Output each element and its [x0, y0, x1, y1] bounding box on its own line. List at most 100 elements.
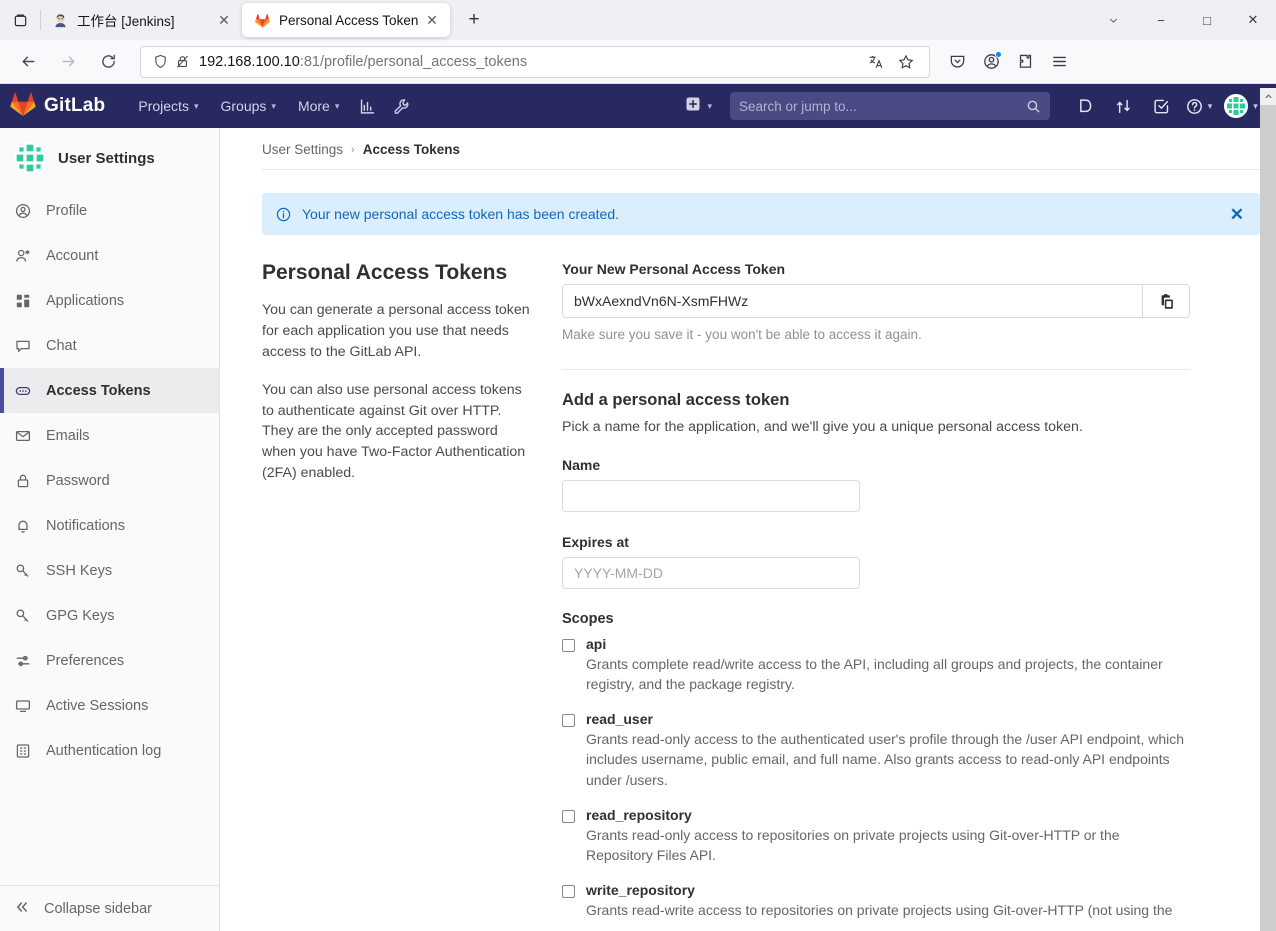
- account-circle-icon[interactable]: [974, 46, 1008, 78]
- sidebar-item-password[interactable]: Password: [0, 458, 219, 503]
- create-new-button[interactable]: ▾: [685, 96, 712, 117]
- scopes-label: Scopes: [562, 611, 1190, 627]
- browser-tab-jenkins[interactable]: 工作台 [Jenkins] ✕: [40, 3, 242, 37]
- search-input[interactable]: [739, 99, 1026, 114]
- jenkins-icon: [52, 12, 68, 28]
- sidebar-header[interactable]: User Settings: [0, 128, 219, 188]
- sidebar-item-account[interactable]: Account: [0, 233, 219, 278]
- close-icon[interactable]: ✕: [422, 10, 442, 30]
- scope-name[interactable]: read_user: [586, 711, 1190, 727]
- browser-tab-gitlab[interactable]: Personal Access Tokens · Use ✕: [242, 3, 450, 37]
- sidebar-title: User Settings: [58, 150, 155, 167]
- sidebar-item-active-sessions[interactable]: Active Sessions: [0, 683, 219, 728]
- sidebar-item-label: Password: [46, 473, 110, 489]
- notification-badge: [995, 51, 1002, 58]
- sidebar-item-emails[interactable]: Emails: [0, 413, 219, 458]
- help-icon[interactable]: ▾: [1180, 84, 1218, 128]
- clipboard-copy-icon[interactable]: [1142, 284, 1190, 318]
- translate-icon[interactable]: [861, 48, 891, 76]
- page-scrollbar[interactable]: [1260, 88, 1276, 931]
- gitlab-brand-text: GitLab: [44, 95, 105, 117]
- new-token-input[interactable]: [562, 284, 1142, 318]
- account-icon: [14, 248, 32, 264]
- save-to-pocket-icon[interactable]: [940, 46, 974, 78]
- chevron-down-icon[interactable]: [1088, 0, 1138, 40]
- chat-icon: [14, 338, 32, 354]
- list-all-tabs-icon[interactable]: [0, 0, 40, 40]
- log-icon: [14, 743, 32, 759]
- intro-paragraph-2: You can also use personal access tokens …: [262, 380, 530, 484]
- name-label: Name: [562, 457, 1190, 473]
- scope-description: Grants read-only access to repositories …: [586, 825, 1190, 865]
- shield-icon[interactable]: [149, 54, 171, 69]
- scope-name[interactable]: read_repository: [586, 807, 1190, 823]
- scope-checkbox-api[interactable]: [562, 639, 575, 652]
- close-icon[interactable]: ✕: [214, 10, 234, 30]
- hamburger-menu-icon[interactable]: [1042, 46, 1076, 78]
- chevron-down-icon: ▾: [335, 101, 340, 112]
- sidebar-item-profile[interactable]: Profile: [0, 188, 219, 233]
- nav-projects-label: Projects: [138, 98, 189, 114]
- sidebar-item-access-tokens[interactable]: Access Tokens: [0, 368, 219, 413]
- reload-icon[interactable]: [91, 46, 125, 78]
- back-arrow-icon[interactable]: [11, 46, 45, 78]
- breadcrumb-parent[interactable]: User Settings: [262, 142, 343, 157]
- window-maximize-button[interactable]: □: [1184, 0, 1230, 40]
- scope-body: api Grants complete read/write access to…: [586, 636, 1190, 694]
- analytics-icon[interactable]: [350, 84, 384, 128]
- scope-name[interactable]: api: [586, 636, 1190, 652]
- sidebar-item-gpg-keys[interactable]: GPG Keys: [0, 593, 219, 638]
- key-icon: [14, 608, 32, 624]
- nav-projects[interactable]: Projects ▾: [127, 84, 209, 128]
- user-menu-button[interactable]: ▾: [1222, 84, 1260, 128]
- url-path: :81/profile/personal_access_tokens: [300, 54, 527, 70]
- sidebar-item-label: Notifications: [46, 518, 125, 534]
- nav-groups-label: Groups: [220, 98, 266, 114]
- sidebar-item-label: GPG Keys: [46, 608, 115, 624]
- sidebar-item-label: Active Sessions: [46, 698, 148, 714]
- issues-icon[interactable]: [1066, 84, 1104, 128]
- gitlab-home-link[interactable]: GitLab: [10, 92, 105, 121]
- collapse-sidebar-button[interactable]: Collapse sidebar: [0, 885, 219, 931]
- todos-icon[interactable]: [1142, 84, 1180, 128]
- search-icon[interactable]: [1026, 99, 1041, 114]
- star-icon[interactable]: [891, 48, 921, 76]
- window-minimize-button[interactable]: −: [1138, 0, 1184, 40]
- scope-row-api: api Grants complete read/write access to…: [562, 636, 1190, 694]
- new-token-label: Your New Personal Access Token: [562, 261, 1190, 277]
- sidebar-item-label: Access Tokens: [46, 383, 151, 399]
- window-close-button[interactable]: ✕: [1230, 0, 1276, 40]
- url-bar[interactable]: 192.168.100.10:81/profile/personal_acces…: [140, 46, 930, 78]
- scope-checkbox-write-repository[interactable]: [562, 885, 575, 898]
- info-circle-icon: [276, 207, 291, 222]
- merge-requests-icon[interactable]: [1104, 84, 1142, 128]
- expires-at-input[interactable]: [562, 557, 860, 589]
- breadcrumb-current[interactable]: Access Tokens: [363, 142, 460, 157]
- scrollbar-thumb[interactable]: [1260, 105, 1276, 405]
- scope-body: read_user Grants read-only access to the…: [586, 711, 1190, 789]
- sidebar-item-chat[interactable]: Chat: [0, 323, 219, 368]
- url-host: 192.168.100.10: [199, 54, 300, 70]
- scope-checkbox-read-repository[interactable]: [562, 810, 575, 823]
- scope-name[interactable]: write_repository: [586, 882, 1190, 898]
- scroll-up-arrow-icon[interactable]: [1260, 88, 1276, 105]
- sidebar-item-ssh-keys[interactable]: SSH Keys: [0, 548, 219, 593]
- global-search-box[interactable]: [730, 92, 1050, 120]
- sidebar-item-preferences[interactable]: Preferences: [0, 638, 219, 683]
- close-icon[interactable]: ✕: [1230, 206, 1244, 223]
- wrench-icon[interactable]: [384, 84, 418, 128]
- nav-groups[interactable]: Groups ▾: [209, 84, 286, 128]
- name-input[interactable]: [562, 480, 860, 512]
- scope-checkbox-read-user[interactable]: [562, 714, 575, 727]
- sidebar-item-authentication-log[interactable]: Authentication log: [0, 728, 219, 773]
- sidebar-item-applications[interactable]: Applications: [0, 278, 219, 323]
- sidebar-item-notifications[interactable]: Notifications: [0, 503, 219, 548]
- new-tab-button[interactable]: +: [458, 4, 490, 36]
- page-body: User Settings Profile: [0, 128, 1276, 931]
- scope-description: Grants read-only access to the authentic…: [586, 729, 1190, 789]
- sidebar-item-label: SSH Keys: [46, 563, 112, 579]
- forward-arrow-icon[interactable]: [51, 46, 85, 78]
- lock-crossed-icon[interactable]: [171, 54, 193, 69]
- nav-more[interactable]: More ▾: [287, 84, 350, 128]
- extensions-icon[interactable]: [1008, 46, 1042, 78]
